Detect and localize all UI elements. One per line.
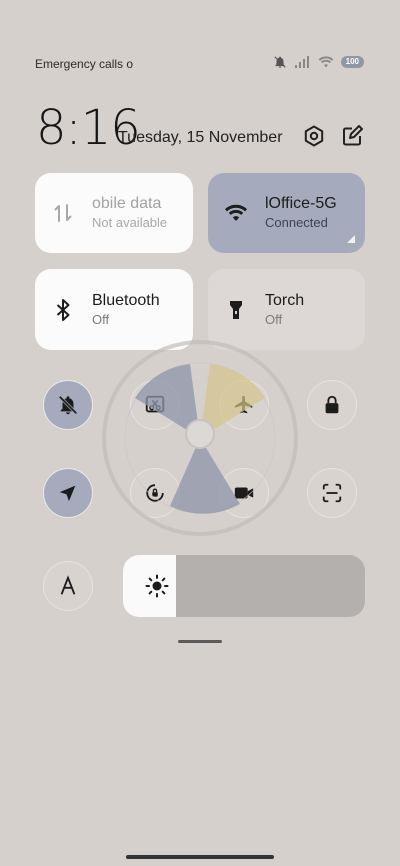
screen-recorder-toggle[interactable] xyxy=(219,468,269,518)
screenshot-toggle[interactable] xyxy=(130,380,180,430)
bell-off-icon xyxy=(58,395,78,415)
gesture-nav-bar[interactable] xyxy=(126,855,274,859)
mobile-data-icon xyxy=(54,204,72,222)
panel-drag-handle[interactable] xyxy=(178,640,222,643)
loading-fan-graphic xyxy=(102,340,298,536)
status-text: Emergency calls o xyxy=(35,57,134,71)
torch-tile[interactable]: Torch Off xyxy=(208,269,365,350)
screenshot-icon xyxy=(145,395,165,413)
rotation-lock-toggle[interactable] xyxy=(130,468,180,518)
torch-icon xyxy=(230,300,242,319)
sun-icon xyxy=(145,574,169,598)
wifi-icon xyxy=(225,204,247,221)
signal-icon xyxy=(294,56,309,68)
bluetooth-tile[interactable]: Bluetooth Off xyxy=(35,269,193,350)
bluetooth-subtitle: Off xyxy=(92,311,110,327)
airplane-icon xyxy=(234,395,253,414)
torch-title: Torch xyxy=(265,291,305,309)
location-icon xyxy=(59,485,76,502)
wifi-title: lOffice-5G xyxy=(265,195,337,212)
mobile-data-subtitle: Not available xyxy=(92,215,168,230)
brightness-slider[interactable] xyxy=(123,555,365,617)
location-toggle[interactable] xyxy=(43,468,93,518)
bluetooth-title: Bluetooth xyxy=(92,291,160,309)
torch-subtitle: Off xyxy=(265,311,283,327)
lock-icon xyxy=(325,395,339,414)
mute-icon xyxy=(273,56,286,68)
rotation-lock-icon xyxy=(146,484,164,502)
mobile-data-tile[interactable]: obile data Not available xyxy=(35,173,193,253)
auto-brightness-icon xyxy=(60,575,76,595)
mobile-data-title: obile data xyxy=(92,195,162,212)
date: Tuesday, 15 November xyxy=(118,129,283,146)
airplane-mode-toggle[interactable] xyxy=(219,380,269,430)
settings-icon[interactable] xyxy=(302,124,326,148)
scan-icon xyxy=(322,483,342,503)
battery-indicator: 100 xyxy=(340,56,364,68)
expand-corner-icon xyxy=(347,235,355,243)
auto-brightness-toggle[interactable] xyxy=(43,561,93,611)
lock-screen-toggle[interactable] xyxy=(307,380,357,430)
wifi-tile[interactable]: lOffice-5G Connected xyxy=(208,173,365,253)
video-icon xyxy=(234,487,254,499)
edit-icon[interactable] xyxy=(340,124,364,148)
bluetooth-icon xyxy=(56,298,70,321)
clock: 8:16 xyxy=(36,100,141,156)
silent-toggle[interactable] xyxy=(43,380,93,430)
scanner-toggle[interactable] xyxy=(307,468,357,518)
status-icons: 100 xyxy=(272,55,364,69)
wifi-subtitle: Connected xyxy=(265,215,328,230)
wifi-icon xyxy=(318,56,333,68)
